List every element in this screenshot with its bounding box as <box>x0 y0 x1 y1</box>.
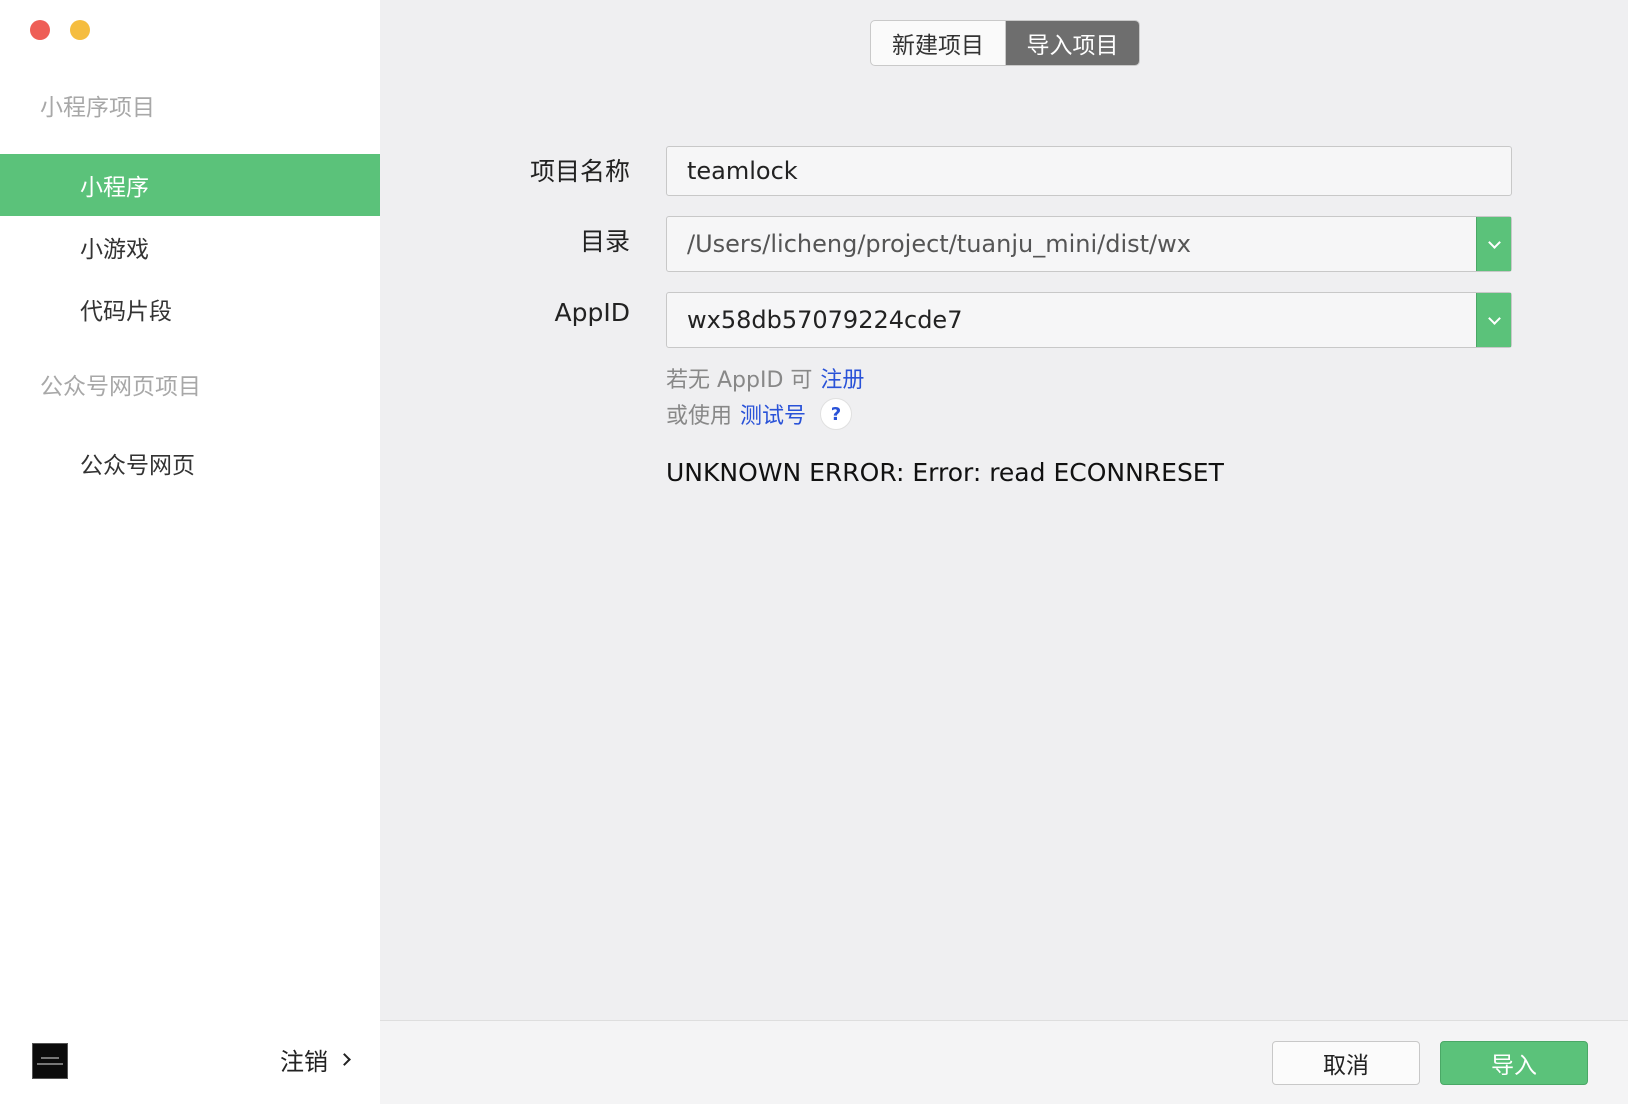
logout-label: 注销 <box>280 1048 328 1076</box>
window-minimize-button[interactable] <box>70 20 90 40</box>
sidebar-item-label: 小程序 <box>80 175 149 201</box>
appid-dropdown-button[interactable] <box>1476 293 1511 347</box>
chevron-down-icon <box>1487 311 1501 325</box>
project-name-value: teamlock <box>687 157 798 185</box>
directory-label: 目录 <box>579 227 630 256</box>
test-account-hint: 或使用 测试号 ? <box>666 398 853 430</box>
appid-select[interactable]: wx58db57079224cde7 <box>666 292 1512 348</box>
tab-import-project[interactable]: 导入项目 <box>1005 21 1139 65</box>
directory-value: /Users/licheng/project/tuanju_mini/dist/… <box>687 230 1191 258</box>
window-close-button[interactable] <box>30 20 50 40</box>
sidebar: 小程序项目 小程序 小游戏 代码片段 公众号网页项目 公众号网页 注销 <box>0 0 380 1104</box>
test-account-link[interactable]: 测试号 <box>740 398 806 430</box>
appid-value: wx58db57079224cde7 <box>687 306 963 334</box>
sidebar-item-minigame[interactable]: 小游戏 <box>0 216 380 278</box>
appid-label: AppID <box>554 298 630 327</box>
sidebar-item-label: 代码片段 <box>80 299 172 325</box>
avatar-line <box>37 1063 63 1065</box>
main-panel: 新建项目 导入项目 项目名称 teamlock 目录 /Users/lichen… <box>380 0 1628 1104</box>
tab-new-project[interactable]: 新建项目 <box>871 21 1005 65</box>
error-message: UNKNOWN ERROR: Error: read ECONNRESET <box>666 458 1224 487</box>
sidebar-item-miniprogram[interactable]: 小程序 <box>0 154 380 216</box>
chevron-right-icon <box>338 1053 351 1066</box>
avatar[interactable] <box>32 1043 68 1079</box>
register-link[interactable]: 注册 <box>820 362 864 394</box>
sidebar-item-label: 公众号网页 <box>80 453 195 479</box>
sidebar-item-official-account-web[interactable]: 公众号网页 <box>0 432 380 494</box>
directory-dropdown-button[interactable] <box>1476 217 1511 271</box>
section-title-miniprogram: 小程序项目 <box>40 95 155 121</box>
register-hint: 若无 AppID 可 注册 <box>666 362 864 394</box>
help-icon[interactable]: ? <box>820 398 853 430</box>
footer-bar: 取消 导入 <box>380 1020 1628 1104</box>
register-hint-text: 若无 AppID 可 <box>666 368 813 393</box>
test-account-hint-text: 或使用 <box>666 404 733 429</box>
project-name-input[interactable]: teamlock <box>666 146 1512 196</box>
cancel-button[interactable]: 取消 <box>1272 1041 1420 1085</box>
logout-button[interactable]: 注销 <box>280 1042 351 1077</box>
directory-select[interactable]: /Users/licheng/project/tuanju_mini/dist/… <box>666 216 1512 272</box>
project-name-label: 项目名称 <box>529 157 630 186</box>
sidebar-item-code-snippet[interactable]: 代码片段 <box>0 278 380 340</box>
avatar-line <box>41 1057 59 1059</box>
chevron-down-icon <box>1487 235 1501 249</box>
project-mode-segmented-control: 新建项目 导入项目 <box>870 20 1140 66</box>
import-button[interactable]: 导入 <box>1440 1041 1588 1085</box>
section-title-official-account: 公众号网页项目 <box>40 374 201 400</box>
sidebar-item-label: 小游戏 <box>80 237 149 263</box>
